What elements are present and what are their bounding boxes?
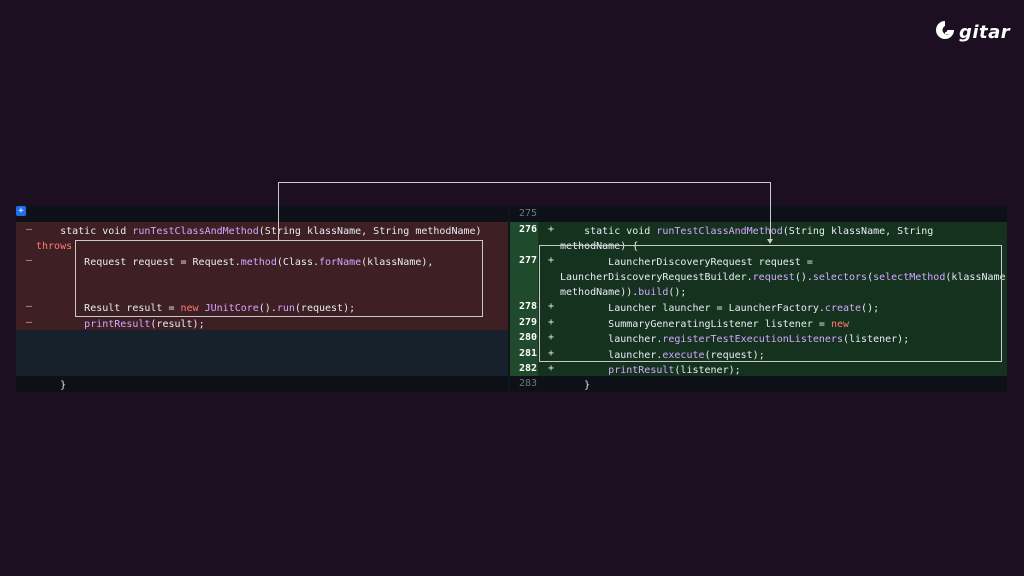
diff-line-del: – printResult(result);: [16, 315, 508, 330]
diff-sign: +: [548, 363, 555, 374]
diff-line-add: 282 + printResult(listener);: [510, 361, 1007, 376]
gitar-logo-icon: [934, 19, 956, 45]
diff-line-ctx: [16, 206, 508, 222]
expand-hunk-icon[interactable]: +: [16, 206, 26, 216]
line-number[interactable]: 279: [510, 317, 537, 328]
gitar-logo: gitar: [934, 20, 1010, 44]
diff-sign: –: [26, 301, 33, 312]
code-text: }: [36, 378, 502, 392]
code-function-token: printResult: [608, 365, 675, 376]
code-token: static void: [560, 226, 657, 237]
line-number[interactable]: 282: [510, 363, 537, 374]
code-token: (String klassName, String methodName): [258, 226, 488, 237]
diff-line-ctx: 283 }: [510, 376, 1007, 392]
connector-arrow-icon: [767, 239, 773, 244]
code-token: (listener);: [674, 365, 741, 376]
code-keyword-token: throws: [36, 241, 73, 252]
line-number[interactable]: 283: [510, 378, 537, 389]
diff-sign: –: [26, 255, 33, 266]
code-text: }: [560, 378, 1001, 392]
highlight-box-added: [539, 245, 1002, 362]
connector-line-left: [278, 182, 279, 240]
gitar-logo-text: gitar: [959, 21, 1011, 43]
code-function-token: runTestClassAndMethod: [132, 226, 259, 237]
code-token: static void: [36, 226, 133, 237]
diff-sign: +: [548, 224, 555, 235]
connector-line-right: [770, 182, 771, 239]
line-number[interactable]: 281: [510, 348, 537, 359]
code-token: (result);: [150, 319, 205, 330]
diff-line-ctx: }: [16, 376, 508, 392]
line-number[interactable]: 276: [510, 224, 537, 235]
line-number[interactable]: 278: [510, 301, 537, 312]
code-function-token: printResult: [84, 319, 151, 330]
line-gutter[interactable]: [16, 330, 44, 376]
connector-line-top: [278, 182, 771, 183]
diff-sign: –: [26, 224, 33, 235]
code-function-token: runTestClassAndMethod: [656, 226, 783, 237]
line-gutter[interactable]: [16, 268, 44, 299]
diff-line-empty: [16, 330, 508, 376]
diff-sign: –: [26, 317, 33, 328]
highlight-box-removed: [75, 240, 483, 317]
code-token: }: [560, 380, 591, 391]
code-token: }: [36, 380, 67, 391]
line-number[interactable]: 280: [510, 332, 537, 343]
line-number[interactable]: 275: [510, 208, 537, 219]
diff-line-ctx: 275: [510, 206, 1007, 222]
line-number[interactable]: 277: [510, 255, 537, 266]
